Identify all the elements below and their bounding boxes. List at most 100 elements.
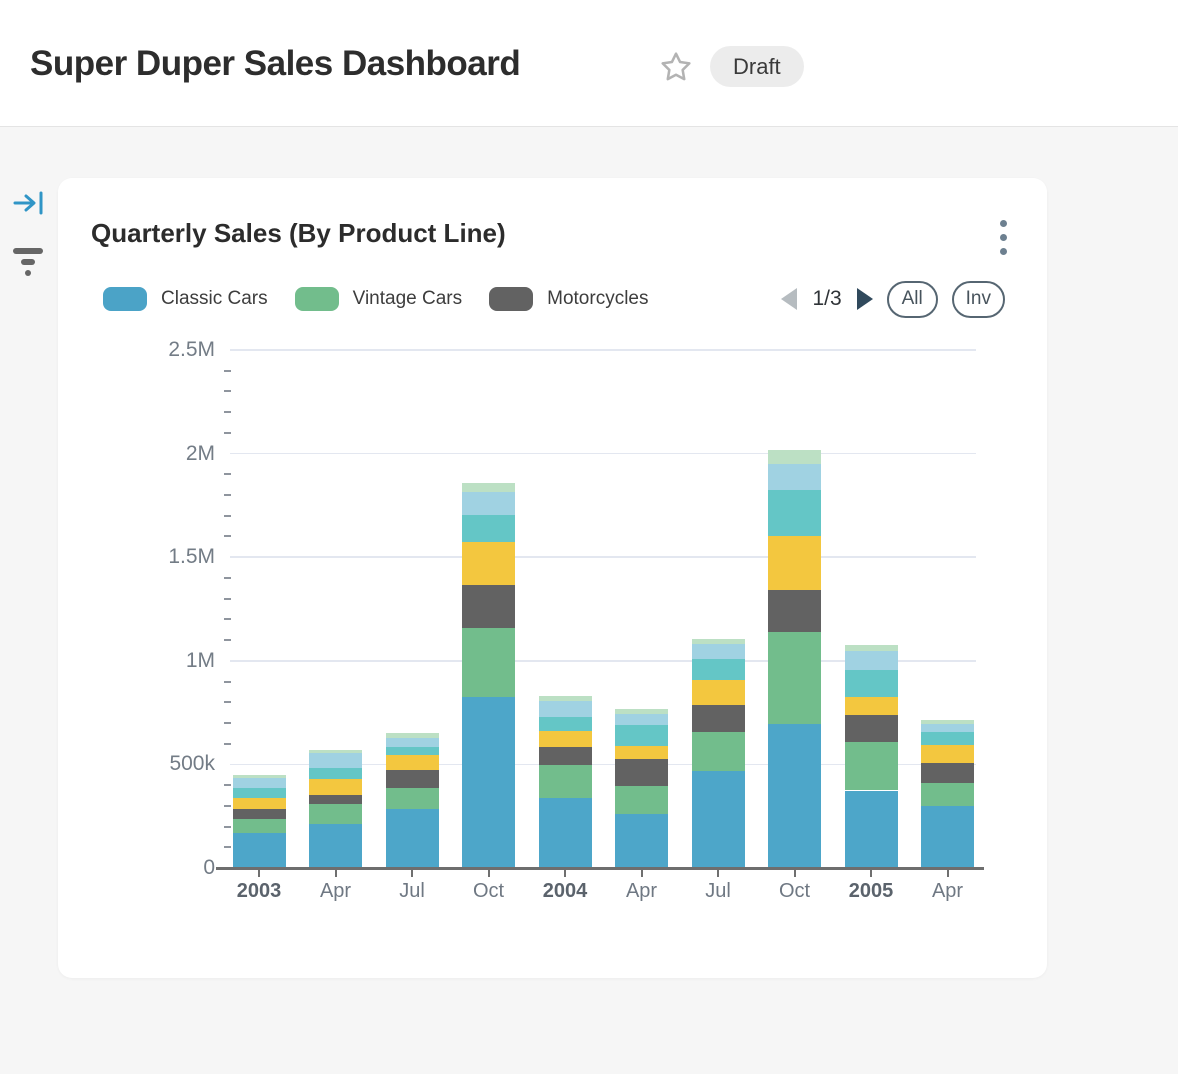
bar-segment[interactable] (462, 585, 515, 627)
bar-segment[interactable] (615, 814, 668, 868)
bar-segment[interactable] (921, 745, 974, 763)
bar-segment[interactable] (539, 765, 592, 798)
bar-segment[interactable] (768, 536, 821, 590)
bar-segment[interactable] (462, 697, 515, 868)
bar-segment[interactable] (309, 753, 362, 768)
bar-segment[interactable] (615, 759, 668, 787)
bar-segment[interactable] (462, 515, 515, 542)
bar-segment[interactable] (845, 651, 898, 670)
x-axis-tick-label: Apr (600, 880, 684, 903)
bar-segment[interactable] (615, 786, 668, 813)
collapse-panel-icon[interactable] (13, 189, 47, 217)
y-axis-tick-label: 1M (98, 649, 215, 673)
bar-segment[interactable] (233, 819, 286, 833)
bar-segment[interactable] (309, 804, 362, 824)
bar-segment[interactable] (768, 590, 821, 632)
bar-segment[interactable] (921, 724, 974, 732)
bar-segment[interactable] (615, 714, 668, 725)
bar-segment[interactable] (386, 755, 439, 770)
bar-segment[interactable] (845, 742, 898, 791)
bar-segment[interactable] (386, 788, 439, 809)
bar-segment[interactable] (539, 798, 592, 868)
bar-segment[interactable] (233, 798, 286, 809)
x-axis-tick-label: Apr (294, 880, 378, 903)
y-axis-minor-tick (224, 743, 231, 745)
bar-segment[interactable] (921, 720, 974, 725)
y-axis-minor-tick (224, 535, 231, 537)
page-title: Super Duper Sales Dashboard (30, 44, 520, 84)
bar-segment[interactable] (233, 833, 286, 868)
star-icon[interactable] (659, 50, 693, 84)
y-axis-minor-tick (224, 639, 231, 641)
bar-segment[interactable] (309, 824, 362, 868)
bar-segment[interactable] (692, 639, 745, 645)
y-axis-minor-tick (224, 515, 231, 517)
y-axis-minor-tick (224, 846, 231, 848)
bar-segment[interactable] (921, 732, 974, 745)
x-axis-line (216, 867, 984, 870)
bar-segment[interactable] (768, 632, 821, 723)
bar-segment[interactable] (309, 779, 362, 795)
bar-segment[interactable] (692, 771, 745, 868)
bar-segment[interactable] (462, 483, 515, 492)
y-axis-minor-tick (224, 598, 231, 600)
bar-segment[interactable] (921, 806, 974, 868)
x-axis-tick-label: Jul (370, 880, 454, 903)
bar-segment[interactable] (768, 464, 821, 491)
y-axis-minor-tick (224, 681, 231, 683)
x-axis-tick-label: Jul (676, 880, 760, 903)
bar-segment[interactable] (692, 705, 745, 732)
bar-segment[interactable] (921, 763, 974, 783)
bar-segment[interactable] (309, 795, 362, 804)
bar-segment[interactable] (615, 709, 668, 714)
bar-segment[interactable] (615, 746, 668, 759)
bar-segment[interactable] (462, 542, 515, 585)
gridline (230, 556, 976, 558)
bar-segment[interactable] (386, 809, 439, 868)
bar-segment[interactable] (768, 490, 821, 536)
bar-segment[interactable] (692, 680, 745, 705)
bar-segment[interactable] (233, 809, 286, 819)
bar-segment[interactable] (692, 659, 745, 681)
bar-segment[interactable] (845, 670, 898, 697)
bar-segment[interactable] (768, 724, 821, 868)
y-axis-minor-tick (224, 370, 231, 372)
y-axis-tick-label: 0 (98, 856, 215, 880)
bar-segment[interactable] (462, 492, 515, 515)
bar-segment[interactable] (233, 778, 286, 788)
gridline (230, 349, 976, 351)
bar-segment[interactable] (386, 770, 439, 787)
bar-segment[interactable] (539, 696, 592, 701)
bar-segment[interactable] (692, 644, 745, 658)
y-axis-minor-tick (224, 390, 231, 392)
bar-segment[interactable] (921, 783, 974, 806)
bar-segment[interactable] (692, 732, 745, 771)
y-axis-minor-tick (224, 494, 231, 496)
bar-segment[interactable] (309, 750, 362, 753)
bar-segment[interactable] (845, 715, 898, 742)
bar-segment[interactable] (845, 645, 898, 651)
bar-segment[interactable] (615, 725, 668, 746)
y-axis-minor-tick (224, 805, 231, 807)
x-axis-tick-label: 2005 (829, 880, 913, 903)
bar-segment[interactable] (386, 733, 439, 738)
filter-icon[interactable] (12, 245, 44, 277)
bar-segment[interactable] (386, 747, 439, 755)
bar-segment[interactable] (233, 775, 286, 778)
bar-segment[interactable] (309, 768, 362, 780)
bar-segment[interactable] (539, 731, 592, 748)
bar-segment[interactable] (462, 628, 515, 697)
y-axis-minor-tick (224, 826, 231, 828)
bar-segment[interactable] (539, 717, 592, 730)
bar-segment[interactable] (845, 697, 898, 715)
bar-segment[interactable] (768, 450, 821, 463)
bar-segment[interactable] (386, 738, 439, 747)
bar-segment[interactable] (233, 788, 286, 797)
chart-card: Quarterly Sales (By Product Line) Classi… (58, 178, 1047, 978)
y-axis-minor-tick (224, 722, 231, 724)
x-axis-tick-label: Oct (753, 880, 837, 903)
bar-segment[interactable] (539, 747, 592, 765)
bar-segment[interactable] (539, 701, 592, 718)
y-axis-minor-tick (224, 577, 231, 579)
bar-segment[interactable] (845, 791, 898, 868)
